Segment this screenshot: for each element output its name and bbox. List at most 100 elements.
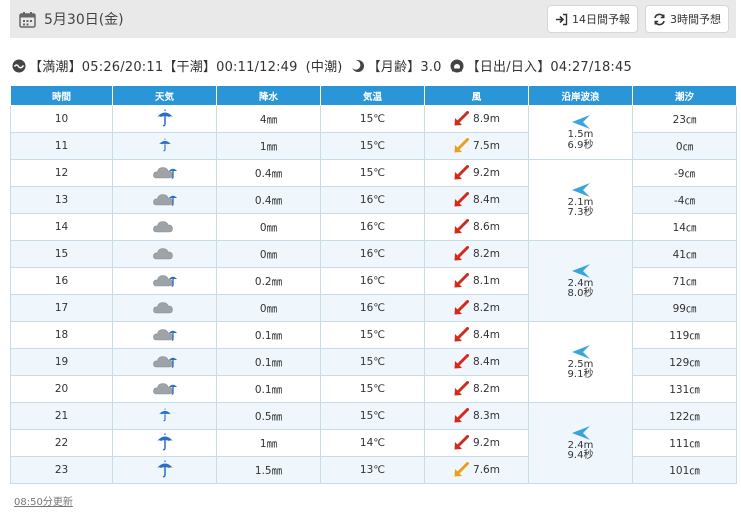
cell-coastal-waves: 2.5m 9.1秒 xyxy=(528,321,633,403)
cell-precip: 0.4㎜ xyxy=(216,186,321,214)
3hour-forecast-label: 3時間予想 xyxy=(670,13,721,26)
cell-weather xyxy=(112,240,217,268)
table-row: 12 0.4㎜ 15℃ 9.2m 2.1m 7.3秒 -9㎝ xyxy=(10,159,737,241)
cell-wind: 9.2m xyxy=(424,159,529,187)
refresh-icon xyxy=(654,13,665,25)
col-header-weather: 天気 xyxy=(112,85,217,106)
cell-tide: 0㎝ xyxy=(632,132,737,160)
sunrise-icon xyxy=(450,59,464,72)
updated-time-link[interactable]: 08:50分更新 xyxy=(14,493,73,508)
cell-precip: 1.5㎜ xyxy=(216,456,321,484)
moon-age-text: 【月齢】3.0 xyxy=(367,60,442,75)
cell-coastal-waves: 2.4m 8.0秒 xyxy=(528,240,633,322)
cell-weather xyxy=(112,267,217,295)
cell-wind: 8.6m xyxy=(424,213,529,241)
cell-wind: 8.2m xyxy=(424,294,529,322)
weather-light-rain-umbrella-icon xyxy=(154,135,176,155)
table-row: 18 0.1㎜ 15℃ 8.4m 2.5m 9.1秒 119㎝ xyxy=(10,321,737,403)
cell-hour: 17 xyxy=(10,294,113,322)
cell-tide: -9㎝ xyxy=(632,159,737,187)
cell-tide: 119㎝ xyxy=(632,321,737,349)
weather-cloud-rain-icon xyxy=(152,351,178,371)
cell-wind: 8.4m xyxy=(424,186,529,214)
wave-direction-icon xyxy=(571,344,591,360)
cell-temp: 14℃ xyxy=(320,429,425,457)
wave-direction-icon xyxy=(571,182,591,198)
weather-cloud-rain-icon xyxy=(152,189,178,209)
cell-weather xyxy=(112,456,217,484)
cell-coastal-waves: 2.1m 7.3秒 xyxy=(528,159,633,241)
cell-temp: 13℃ xyxy=(320,456,425,484)
wind-direction-icon xyxy=(453,165,470,181)
14day-forecast-label: 14日間予報 xyxy=(572,13,630,26)
cell-weather xyxy=(112,348,217,376)
cell-hour: 21 xyxy=(10,402,113,430)
cell-wind: 7.5m xyxy=(424,132,529,160)
cell-hour: 10 xyxy=(10,105,113,133)
cell-weather xyxy=(112,105,217,133)
cell-precip: 0.1㎜ xyxy=(216,348,321,376)
wave-direction-icon xyxy=(571,263,591,279)
cell-tide: 23㎝ xyxy=(632,105,737,133)
cell-tide: 99㎝ xyxy=(632,294,737,322)
cell-coastal-waves: 1.5m 6.9秒 xyxy=(528,105,633,160)
col-header-tide: 潮汐 xyxy=(632,85,737,106)
weather-cloud-rain-icon xyxy=(152,324,178,344)
weather-light-rain-umbrella-icon xyxy=(154,405,176,425)
wave-direction-icon xyxy=(571,425,591,441)
cell-temp: 15℃ xyxy=(320,321,425,349)
weather-cloud-icon xyxy=(152,297,178,317)
wind-speed: 8.4m xyxy=(473,194,500,206)
cell-tide: 14㎝ xyxy=(632,213,737,241)
cell-wind: 8.1m xyxy=(424,267,529,295)
table-row: 21 0.5㎜ 15℃ 8.3m 2.4m 9.4秒 122㎝ xyxy=(10,402,737,484)
wind-direction-icon xyxy=(453,435,470,451)
3hour-forecast-button[interactable]: 3時間予想 xyxy=(645,5,729,33)
wind-direction-icon xyxy=(453,381,470,397)
forecast-table: 時間 天気 降水 気温 風 沿岸波浪 潮汐 10 4㎜ 15℃ 8.9m 1.5 xyxy=(10,85,737,484)
wave-period: 6.9秒 xyxy=(567,139,594,151)
cell-precip: 0.5㎜ xyxy=(216,402,321,430)
14day-forecast-button[interactable]: 14日間予報 xyxy=(547,5,638,33)
wind-speed: 8.6m xyxy=(473,221,500,233)
cell-tide: 71㎝ xyxy=(632,267,737,295)
wind-direction-icon xyxy=(453,327,470,343)
cell-hour: 23 xyxy=(10,456,113,484)
wind-speed: 8.1m xyxy=(473,275,500,287)
cell-wind: 8.4m xyxy=(424,348,529,376)
calendar-icon xyxy=(19,11,36,28)
wind-speed: 8.4m xyxy=(473,356,500,368)
tide-info-bar: 【満潮】05:26/20:11 【干潮】00:11/12:49 (中潮) 【月齢… xyxy=(12,56,632,75)
wind-direction-icon xyxy=(453,219,470,235)
cell-hour: 13 xyxy=(10,186,113,214)
cell-tide: 41㎝ xyxy=(632,240,737,268)
wind-direction-icon xyxy=(453,354,470,370)
cell-temp: 16℃ xyxy=(320,240,425,268)
cell-wind: 8.2m xyxy=(424,375,529,403)
cell-hour: 15 xyxy=(10,240,113,268)
cell-tide: 101㎝ xyxy=(632,456,737,484)
cell-temp: 15℃ xyxy=(320,402,425,430)
cell-tide: 122㎝ xyxy=(632,402,737,430)
cell-weather xyxy=(112,294,217,322)
wave-height: 1.5m xyxy=(567,129,594,140)
cell-tide: 111㎝ xyxy=(632,429,737,457)
wave-direction-icon xyxy=(571,114,591,130)
date-display: 5月30日(金) xyxy=(10,9,124,29)
high-tide-text: 【満潮】05:26/20:11 xyxy=(29,60,164,75)
login-arrow-icon xyxy=(556,13,568,25)
cell-temp: 16℃ xyxy=(320,267,425,295)
cell-weather xyxy=(112,429,217,457)
wind-speed: 9.2m xyxy=(473,167,500,179)
cell-hour: 16 xyxy=(10,267,113,295)
weather-rain-umbrella-icon xyxy=(154,108,176,128)
cell-temp: 15℃ xyxy=(320,348,425,376)
cell-weather xyxy=(112,132,217,160)
cell-weather xyxy=(112,186,217,214)
wind-direction-icon xyxy=(453,246,470,262)
top-bar: 5月30日(金) 14日間予報 3時間予想 xyxy=(10,0,736,38)
table-header-row: 時間 天気 降水 気温 風 沿岸波浪 潮汐 xyxy=(10,85,737,106)
cell-weather xyxy=(112,402,217,430)
wave-period: 7.3秒 xyxy=(567,207,594,218)
cell-precip: 0㎜ xyxy=(216,213,321,241)
